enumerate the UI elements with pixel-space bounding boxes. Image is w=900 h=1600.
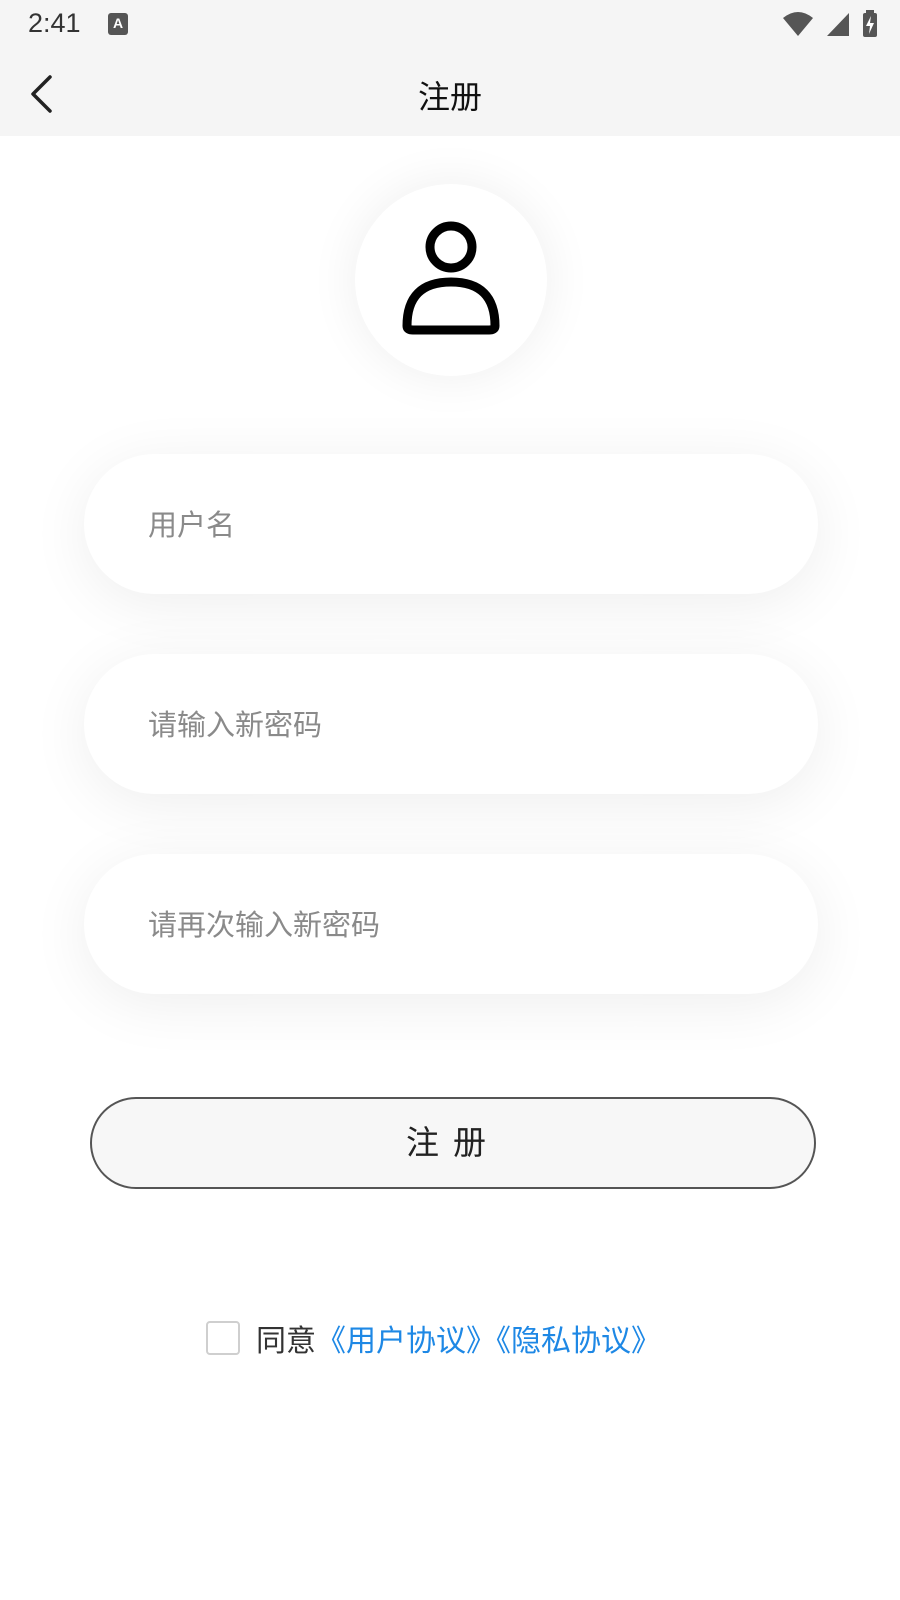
privacy-agreement-link[interactable]: 《隐私协议》 — [496, 1324, 661, 1359]
title-bar: 注册 — [0, 50, 900, 136]
battery-charging-icon — [863, 10, 877, 37]
avatar[interactable] — [355, 184, 547, 376]
keyboard-indicator-icon: A — [108, 13, 128, 35]
agree-label: 同意 — [256, 1324, 316, 1359]
status-icons — [776, 10, 878, 40]
password-input[interactable] — [146, 654, 760, 796]
register-button[interactable]: 注册 — [90, 1097, 816, 1189]
wifi-icon — [782, 12, 813, 36]
username-field — [84, 454, 818, 596]
password-field — [84, 654, 818, 796]
page-title: 注册 — [417, 78, 482, 116]
cell-signal-icon — [826, 13, 849, 36]
user-agreement-link[interactable]: 《用户协议》 — [316, 1324, 496, 1359]
status-bar: 2:41 A — [0, 0, 900, 50]
agree-checkbox[interactable] — [206, 1321, 240, 1355]
confirm-password-input[interactable] — [146, 854, 760, 996]
confirm-password-field — [84, 854, 818, 996]
user-icon — [402, 221, 500, 335]
agreement-row: 同意《用户协议》《隐私协议》 — [206, 1316, 661, 1360]
status-time: 2:41 — [28, 8, 81, 38]
username-input[interactable] — [146, 454, 760, 596]
